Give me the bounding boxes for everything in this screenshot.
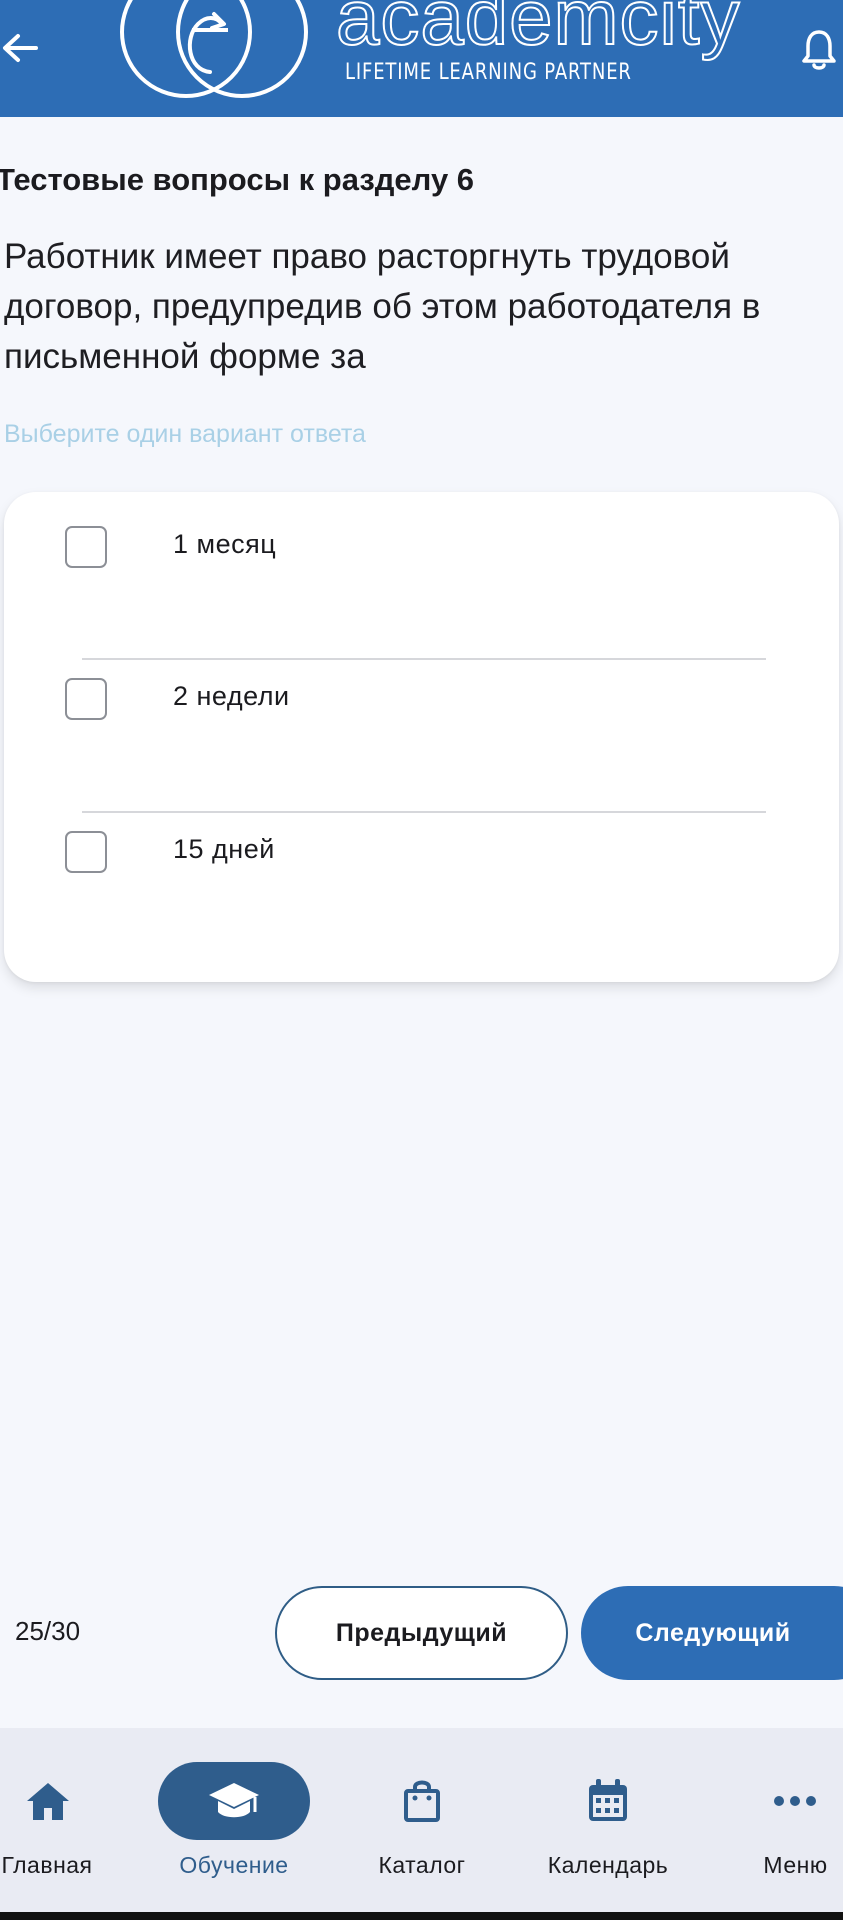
nav-item-home[interactable]: Главная xyxy=(0,1728,92,1898)
more-horizontal-icon xyxy=(774,1796,816,1806)
option-checkbox[interactable] xyxy=(65,831,107,873)
notifications-button[interactable] xyxy=(795,22,843,78)
nav-item-calendar[interactable]: Календарь xyxy=(533,1728,683,1898)
answer-options-card: 1 месяц 2 недели 15 дней xyxy=(4,492,839,982)
option-label: 2 недели xyxy=(173,681,290,711)
nav-item-catalog[interactable]: Каталог xyxy=(362,1728,482,1898)
answer-option[interactable]: 2 недели xyxy=(4,644,839,754)
nav-label: Обучение xyxy=(179,1852,289,1878)
nav-label: Календарь xyxy=(547,1852,669,1878)
calendar-icon xyxy=(589,1779,627,1821)
option-checkbox[interactable] xyxy=(65,678,107,720)
nav-item-learning[interactable]: Обучение xyxy=(158,1728,310,1898)
back-button[interactable] xyxy=(0,26,40,70)
home-icon xyxy=(27,1783,69,1820)
bell-icon xyxy=(802,30,836,70)
question-progress: 25/30 xyxy=(15,1616,81,1646)
answer-hint: Выберите один вариант ответа xyxy=(4,420,366,448)
brand-name: academcity xyxy=(335,0,741,61)
option-checkbox[interactable] xyxy=(65,526,107,568)
option-label: 1 месяц xyxy=(173,529,277,559)
answer-option[interactable]: 1 месяц xyxy=(4,492,839,602)
shopping-bag-icon xyxy=(404,1780,440,1822)
nav-label: Каталог xyxy=(378,1852,466,1878)
section-title: Тестовые вопросы к разделу 6 xyxy=(0,162,475,197)
nav-label: Главная xyxy=(1,1852,93,1878)
next-button[interactable]: Следующий xyxy=(581,1586,843,1680)
answer-option[interactable]: 15 дней xyxy=(4,797,839,907)
bottom-navigation: Главная Обучение Каталог Календарь Меню xyxy=(0,1728,843,1920)
question-text: Работник имеет право расторгнуть трудово… xyxy=(4,237,761,376)
nav-item-menu[interactable]: Меню xyxy=(748,1728,843,1898)
arrow-left-icon xyxy=(3,34,38,62)
app-header: academcity LIFETIME LEARNING PARTNER xyxy=(0,0,843,117)
option-label: 15 дней xyxy=(173,834,275,864)
graduation-cap-icon xyxy=(209,1783,259,1818)
system-home-indicator xyxy=(0,1912,843,1920)
academcity-logo-icon xyxy=(120,0,308,98)
previous-button[interactable]: Предыдущий xyxy=(275,1586,568,1680)
brand-tagline: LIFETIME LEARNING PARTNER xyxy=(345,60,632,85)
nav-label: Меню xyxy=(763,1852,828,1878)
